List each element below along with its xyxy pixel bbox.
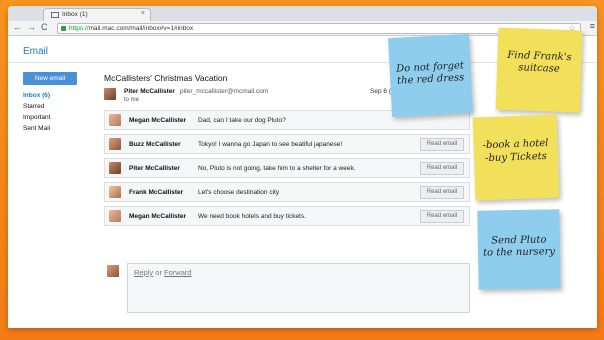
message-row[interactable]: Frank McCallister Let's choose destinati… [104,182,470,202]
reload-icon[interactable]: C [41,22,48,32]
header-date: Sep 6 ( [370,88,391,95]
message-snippet: Dad, can I take our dog Pluto? [198,117,286,124]
tab-title: Inbox (1) [62,11,88,18]
message-sender: Megan McCallister [129,213,187,220]
note-line: -buy Tickets [484,150,548,165]
message-snippet: Tokyo! I wanna go Japan to see beatiful … [198,141,343,148]
message-snippet: We need book hotels and buy tickets. [198,213,306,220]
avatar [109,210,121,222]
url-scheme: https:// [69,25,89,32]
lock-icon [61,26,66,31]
message-row[interactable]: Buzz McCallister Tokyo! I wanna go Japan… [104,134,470,154]
folder-sent-mail[interactable]: Sent Mail [23,123,50,134]
header-email: piter_mccallister@mcmail.com [180,88,269,95]
message-row[interactable]: Megan McCallister We need book hotels an… [104,206,470,226]
read-email-button[interactable]: Read email [420,186,464,199]
reply-or-text: or [155,268,162,277]
avatar [104,88,116,100]
folder-list: Inbox (6) Starred Important Sent Mail [23,90,50,134]
avatar [109,114,121,126]
close-window-button[interactable] [581,6,597,18]
folder-starred[interactable]: Starred [23,101,50,112]
sticky-note-pluto: Send Pluto to the nursery [477,209,561,290]
maximize-button[interactable] [565,6,581,18]
avatar [109,138,121,150]
message-sender: Frank McCallister [129,189,184,196]
avatar [109,162,121,174]
sticky-note-red-dress: Do not forget the red dress [387,33,474,118]
folder-inbox[interactable]: Inbox (6) [23,90,50,101]
forward-icon[interactable]: → [27,22,36,32]
tab-inbox[interactable]: Inbox (1) × [43,8,151,21]
window-controls [549,6,597,18]
avatar [107,265,119,277]
close-tab-icon[interactable]: × [141,10,145,17]
forward-link[interactable]: Forward [164,268,192,277]
reply-links: Reply or Forward [134,268,192,277]
back-icon[interactable]: ← [13,22,22,32]
app-title: Email [23,46,49,57]
avatar [109,186,121,198]
folder-important[interactable]: Important [23,112,50,123]
mail-tab-icon [51,12,59,18]
tab-bar: Inbox (1) × [8,6,597,21]
message-snippet: No, Pluto is not going, take him to a sh… [198,165,356,172]
message-snippet: Let's choose destination city [198,189,280,196]
read-email-button[interactable]: Read email [420,210,464,223]
minimize-button[interactable] [549,6,565,18]
url-text: mail.mac.com/mail/inbox#v=1#inbox [88,25,194,32]
reply-link[interactable]: Reply [134,268,153,277]
note-line: to the nursery [482,246,556,259]
message-row[interactable]: Piter McCallister No, Pluto is not going… [104,158,470,178]
new-email-button[interactable]: New email [23,72,77,85]
reply-box[interactable]: Reply or Forward [127,263,470,313]
read-email-button[interactable]: Read email [420,138,464,151]
sticky-note-hotel-tickets: -book a hotel -buy Tickets [472,114,560,201]
thread-subject: McCallisters' Christmas Vacation [104,73,228,83]
message-sender: Piter McCallister [129,165,180,172]
message-sender: Megan McCallister [129,117,187,124]
header-recipient: to me [124,97,140,103]
sticky-note-suitcase: Find Frank's suitcase [495,27,583,113]
header-sender: Piter McCallister [124,88,175,95]
browser-menu-icon[interactable]: ≡ [590,21,595,31]
message-sender: Buzz McCallister [129,141,181,148]
read-email-button[interactable]: Read email [420,162,464,175]
